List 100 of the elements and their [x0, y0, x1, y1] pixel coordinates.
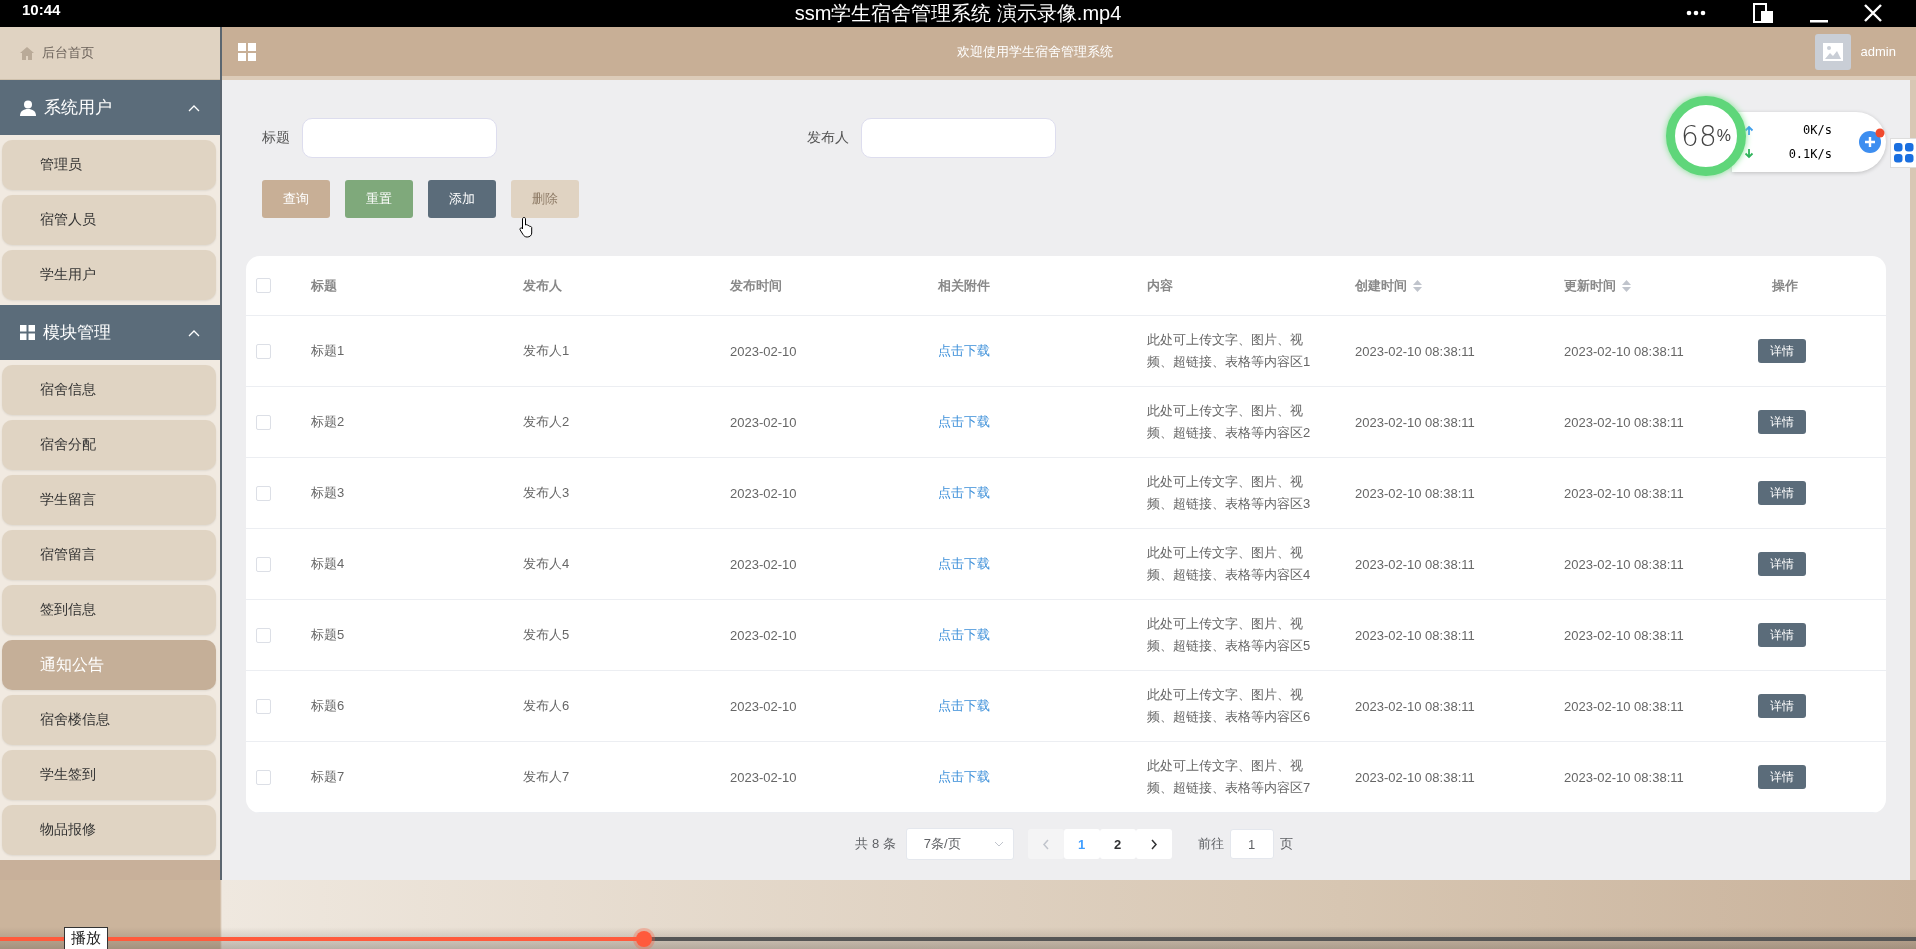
details-button[interactable]: 详情: [1758, 481, 1806, 505]
row-checkbox[interactable]: [256, 414, 271, 430]
table-cell: 2023-02-10 08:38:11: [1355, 414, 1475, 430]
menu-item[interactable]: 物品报修: [2, 805, 216, 855]
download-link[interactable]: 点击下载: [938, 342, 990, 360]
menu-item[interactable]: 学生签到: [2, 750, 216, 800]
table-cell: 2023-02-10 08:38:11: [1564, 698, 1684, 714]
menu-item[interactable]: 宿管人员: [2, 195, 216, 245]
download-link[interactable]: 点击下载: [938, 555, 990, 573]
add-button[interactable]: 添加: [428, 180, 496, 218]
clock-time: 10:44: [22, 1, 61, 18]
table-cell: 标题6: [311, 697, 345, 715]
select-all-checkbox[interactable]: [256, 278, 271, 293]
home-link[interactable]: 后台首页: [0, 27, 220, 80]
menu-item[interactable]: 学生用户: [2, 250, 216, 300]
column-header: 内容: [1147, 276, 1173, 295]
details-button[interactable]: 详情: [1758, 339, 1806, 363]
chevron-down-icon: [993, 841, 1004, 847]
column-header: 标题: [311, 276, 337, 295]
page-button[interactable]: 2: [1099, 829, 1136, 859]
table-cell: 2023-02-10 08:38:11: [1355, 769, 1475, 785]
table-cell: 2023-02-10: [730, 698, 797, 714]
menu-item[interactable]: 宿舍楼信息: [2, 695, 216, 745]
row-checkbox[interactable]: [256, 769, 271, 785]
page-number-field[interactable]: 1: [1229, 829, 1274, 859]
table-cell: 2023-02-10: [730, 627, 797, 643]
details-button[interactable]: 详情: [1758, 623, 1806, 647]
avatar[interactable]: [1814, 33, 1851, 70]
menu-item[interactable]: 签到信息: [2, 585, 216, 635]
table-cell: 2023-02-10: [730, 769, 797, 785]
download-link[interactable]: 点击下载: [938, 413, 990, 431]
row-checkbox[interactable]: [256, 698, 271, 714]
table-cell: 2023-02-10 08:38:11: [1355, 556, 1475, 572]
download-link[interactable]: 点击下载: [938, 697, 990, 715]
page-button[interactable]: 1: [1063, 829, 1100, 859]
grid-icon[interactable]: [238, 42, 256, 61]
table-cell: 2023-02-10: [730, 556, 797, 572]
details-button[interactable]: 详情: [1758, 765, 1806, 789]
input-field[interactable]: [302, 118, 497, 158]
sort-icon[interactable]: [1413, 279, 1422, 292]
table-cell: 2023-02-10: [730, 414, 797, 430]
user-icon: [20, 99, 36, 116]
upload-icon: [1744, 125, 1754, 135]
chevron-right-icon: [1149, 838, 1158, 850]
progress-handle[interactable]: [635, 931, 652, 947]
details-button[interactable]: 详情: [1758, 410, 1806, 434]
menu-item[interactable]: 管理员: [2, 140, 216, 190]
progress-bar[interactable]: [0, 929, 1916, 949]
row-checkbox[interactable]: [256, 343, 271, 359]
sort-icon[interactable]: [1622, 279, 1631, 292]
download-icon: [1744, 149, 1754, 159]
table-cell: 2023-02-10: [730, 343, 797, 359]
tooltip: 播放: [64, 927, 108, 949]
chevron-left-icon: [1041, 838, 1050, 850]
menu-item[interactable]: 宿管留言: [2, 530, 216, 580]
column-header: 相关附件: [938, 276, 990, 295]
menu-item[interactable]: 宿舍信息: [2, 365, 216, 415]
table-cell: 2023-02-10 08:38:11: [1564, 485, 1684, 501]
row-checkbox[interactable]: [256, 556, 271, 572]
column-header: 操作: [1772, 276, 1798, 295]
home-icon: [20, 46, 34, 60]
input-field[interactable]: [861, 118, 1056, 158]
details-button[interactable]: 详情: [1758, 552, 1806, 576]
table-cell: 发布人6: [523, 697, 570, 715]
page-size-select[interactable]: 7条/页: [905, 828, 1014, 860]
table-cell: 2023-02-10 08:38:11: [1564, 343, 1684, 359]
close-icon[interactable]: [1862, 2, 1884, 24]
menu-group-header[interactable]: 系统用户: [0, 80, 220, 135]
download-speed: 0.1K/s: [1788, 147, 1832, 161]
details-button[interactable]: 详情: [1758, 694, 1806, 718]
table-cell: 发布人5: [523, 626, 570, 644]
user-name: admin: [1860, 44, 1896, 59]
apps-icon[interactable]: [1890, 138, 1916, 168]
header-title: 欢迎使用学生宿舍管理系统: [956, 42, 1115, 61]
row-checkbox[interactable]: [256, 627, 271, 643]
table-cell: 发布人4: [523, 555, 570, 573]
page-suffix: 页: [1279, 835, 1293, 853]
table-cell: 标题3: [311, 484, 345, 502]
add-icon[interactable]: [1858, 128, 1886, 154]
table-cell-text: 此处可上传文字、图片、视频、超链接、表格等内容区1: [1147, 331, 1312, 371]
download-link[interactable]: 点击下载: [938, 768, 990, 786]
download-link[interactable]: 点击下载: [938, 626, 990, 644]
download-link[interactable]: 点击下载: [938, 484, 990, 502]
upload-speed: 0K/s: [1803, 123, 1832, 137]
next-page-button[interactable]: [1135, 829, 1172, 859]
table-cell: 标题7: [311, 768, 345, 786]
column-header[interactable]: 创建时间: [1355, 276, 1422, 295]
picture-in-picture-icon[interactable]: [1752, 2, 1774, 24]
table-cell-text: 此处可上传文字、图片、视频、超链接、表格等内容区4: [1147, 544, 1312, 584]
table-cell: 2023-02-10 08:38:11: [1355, 627, 1475, 643]
field-label: 标题: [262, 129, 290, 147]
table-cell-text: 此处可上传文字、图片、视频、超链接、表格等内容区6: [1147, 686, 1312, 726]
table-cell: 2023-02-10 08:38:11: [1564, 627, 1684, 643]
menu-group-header[interactable]: 模块管理: [0, 305, 220, 360]
column-header[interactable]: 更新时间: [1564, 276, 1631, 295]
row-checkbox[interactable]: [256, 485, 271, 501]
menu-item[interactable]: 学生留言: [2, 475, 216, 525]
table-cell-text: 此处可上传文字、图片、视频、超链接、表格等内容区7: [1147, 757, 1312, 797]
menu-item[interactable]: 宿舍分配: [2, 420, 216, 470]
table-cell: 发布人7: [523, 768, 570, 786]
